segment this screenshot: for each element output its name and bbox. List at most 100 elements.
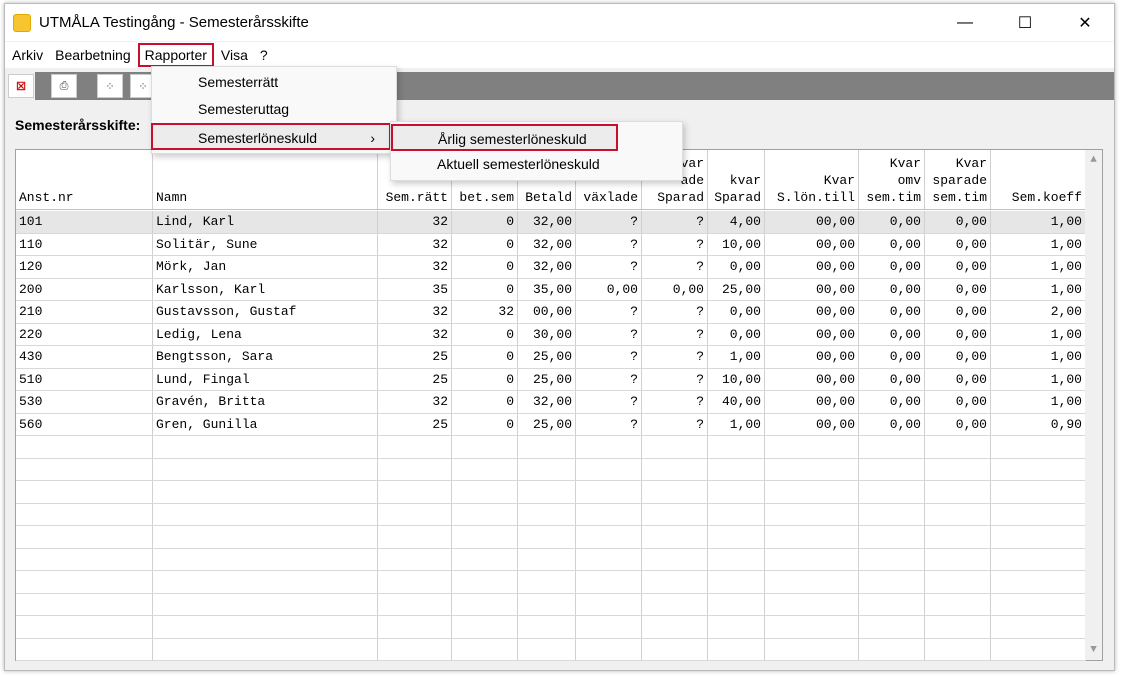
cell-bet-sem[interactable] <box>452 526 518 548</box>
cell-kvar-omv-sem-tim[interactable]: 0,00 <box>859 346 925 368</box>
cell-sem-koeff[interactable] <box>991 526 1086 548</box>
table-row[interactable] <box>16 616 1086 639</box>
vertical-scrollbar[interactable]: ▲ ▼ <box>1085 150 1102 660</box>
cell-namn[interactable] <box>153 548 378 570</box>
cell-kvar-sparad[interactable]: 25,00 <box>708 278 765 300</box>
cell-kvar-omv-sem-tim[interactable] <box>859 503 925 525</box>
cell-namn[interactable] <box>153 436 378 458</box>
menu-bearbetning[interactable]: Bearbetning <box>50 43 136 67</box>
cell-bet-sem[interactable] <box>452 571 518 593</box>
cell-kvar-sparad[interactable] <box>708 638 765 660</box>
table-row[interactable] <box>16 593 1086 616</box>
cell-kvar-sparade-sem-tim[interactable]: 0,00 <box>925 256 991 278</box>
cell-namn[interactable] <box>153 481 378 503</box>
cell-bet-sem[interactable]: 32 <box>452 301 518 323</box>
cell-namn[interactable]: Mörk, Jan <box>153 256 378 278</box>
column-header-sem-koeff[interactable]: Sem.koeff <box>991 150 1086 209</box>
cell-sem-ratt[interactable] <box>378 593 452 615</box>
cell-kvar-slon-till[interactable]: 00,00 <box>765 256 859 278</box>
cell-kvar-omv-sem-tim[interactable] <box>859 481 925 503</box>
table-row[interactable]: 530 Gravén, Britta 32 0 32,00?? 40,00 00,00 0,0… <box>16 391 1086 414</box>
cell-kvar-sparad[interactable]: 4,00 <box>708 211 765 233</box>
cell-anst-nr[interactable]: 530 <box>16 391 153 413</box>
cell-bet-sem[interactable]: 0 <box>452 233 518 255</box>
cell-sem-koeff[interactable]: 2,00 <box>991 301 1086 323</box>
cell-vaxlade[interactable] <box>576 526 642 548</box>
cell-betald[interactable] <box>518 481 576 503</box>
cell-betald[interactable] <box>518 526 576 548</box>
cell-sem-koeff[interactable]: 1,00 <box>991 346 1086 368</box>
table-row[interactable] <box>16 638 1086 661</box>
cell-namn[interactable]: Karlsson, Karl <box>153 278 378 300</box>
cell-sparad[interactable] <box>642 638 708 660</box>
cell-bet-sem[interactable] <box>452 638 518 660</box>
cell-kvar-slon-till[interactable]: 00,00 <box>765 211 859 233</box>
cell-namn[interactable] <box>153 616 378 638</box>
table-row[interactable]: 510 Lund, Fingal 25 0 25,00?? 10,00 00,00 0,00 0… <box>16 368 1086 391</box>
cell-kvar-slon-till[interactable]: 00,00 <box>765 301 859 323</box>
cell-betald[interactable]: 25,00 <box>518 368 576 390</box>
cell-kvar-slon-till[interactable] <box>765 638 859 660</box>
table-row[interactable]: 120 Mörk, Jan 32 0 32,00?? 0,00 00,00 0,00 0,00 1… <box>16 256 1086 279</box>
menu-help[interactable]: ? <box>255 43 273 67</box>
column-header-namn[interactable]: Namn <box>153 150 378 209</box>
cell-anst-nr[interactable]: 210 <box>16 301 153 323</box>
cell-kvar-sparad[interactable] <box>708 526 765 548</box>
cell-sem-koeff[interactable] <box>991 571 1086 593</box>
cell-kvar-sparade-sem-tim[interactable]: 0,00 <box>925 301 991 323</box>
cell-kvar-sparade-sem-tim[interactable] <box>925 593 991 615</box>
cell-anst-nr[interactable] <box>16 593 153 615</box>
cell-betald[interactable] <box>518 593 576 615</box>
cell-kvar-sparad[interactable]: 10,00 <box>708 368 765 390</box>
cell-namn[interactable]: Bengtsson, Sara <box>153 346 378 368</box>
cell-vaxlade[interactable] <box>576 571 642 593</box>
cell-kvar-sparad[interactable] <box>708 503 765 525</box>
table-row[interactable] <box>16 571 1086 594</box>
cell-kvar-sparade-sem-tim[interactable] <box>925 616 991 638</box>
cell-bet-sem[interactable]: 0 <box>452 256 518 278</box>
menu-rapporter[interactable]: Rapporter <box>137 43 214 67</box>
cell-betald[interactable] <box>518 638 576 660</box>
cell-vaxlade[interactable]: ? <box>576 413 642 435</box>
cell-sem-ratt[interactable] <box>378 571 452 593</box>
cell-kvar-sparad[interactable] <box>708 593 765 615</box>
cell-sem-koeff[interactable]: 1,00 <box>991 368 1086 390</box>
cell-sparad[interactable] <box>642 593 708 615</box>
cell-sparad[interactable]: ? <box>642 256 708 278</box>
cell-vaxlade[interactable] <box>576 593 642 615</box>
cell-sem-koeff[interactable] <box>991 616 1086 638</box>
cell-betald[interactable] <box>518 458 576 480</box>
cell-sem-ratt[interactable] <box>378 548 452 570</box>
cell-vaxlade[interactable] <box>576 548 642 570</box>
cell-namn[interactable]: Lund, Fingal <box>153 368 378 390</box>
cell-sem-ratt[interactable] <box>378 503 452 525</box>
cell-anst-nr[interactable]: 430 <box>16 346 153 368</box>
cell-betald[interactable] <box>518 571 576 593</box>
cell-anst-nr[interactable] <box>16 638 153 660</box>
cell-vaxlade[interactable] <box>576 503 642 525</box>
cell-sem-koeff[interactable]: 1,00 <box>991 323 1086 345</box>
cell-vaxlade[interactable] <box>576 436 642 458</box>
cell-anst-nr[interactable]: 200 <box>16 278 153 300</box>
cell-betald[interactable]: 32,00 <box>518 391 576 413</box>
cell-sparad[interactable]: ? <box>642 301 708 323</box>
table-row[interactable] <box>16 458 1086 481</box>
cell-bet-sem[interactable]: 0 <box>452 323 518 345</box>
cell-anst-nr[interactable] <box>16 616 153 638</box>
table-row[interactable]: 200 Karlsson, Karl 35 0 35,00 0,00 0,00 25,00 00… <box>16 278 1086 301</box>
cell-anst-nr[interactable]: 560 <box>16 413 153 435</box>
table-row[interactable] <box>16 548 1086 571</box>
cell-kvar-slon-till[interactable]: 00,00 <box>765 233 859 255</box>
menu-item-semesteruttag[interactable]: Semesteruttag <box>152 96 396 123</box>
cell-kvar-omv-sem-tim[interactable]: 0,00 <box>859 368 925 390</box>
print-icon[interactable]: ⎙ <box>51 74 77 98</box>
cell-kvar-omv-sem-tim[interactable]: 0,00 <box>859 413 925 435</box>
cell-kvar-sparad[interactable]: 1,00 <box>708 346 765 368</box>
minimize-button[interactable]: — <box>942 4 988 41</box>
cell-sparad[interactable] <box>642 458 708 480</box>
cell-sem-ratt[interactable] <box>378 616 452 638</box>
cell-kvar-sparad[interactable] <box>708 458 765 480</box>
cell-betald[interactable] <box>518 436 576 458</box>
cell-kvar-sparade-sem-tim[interactable]: 0,00 <box>925 413 991 435</box>
cell-sparad[interactable]: ? <box>642 391 708 413</box>
